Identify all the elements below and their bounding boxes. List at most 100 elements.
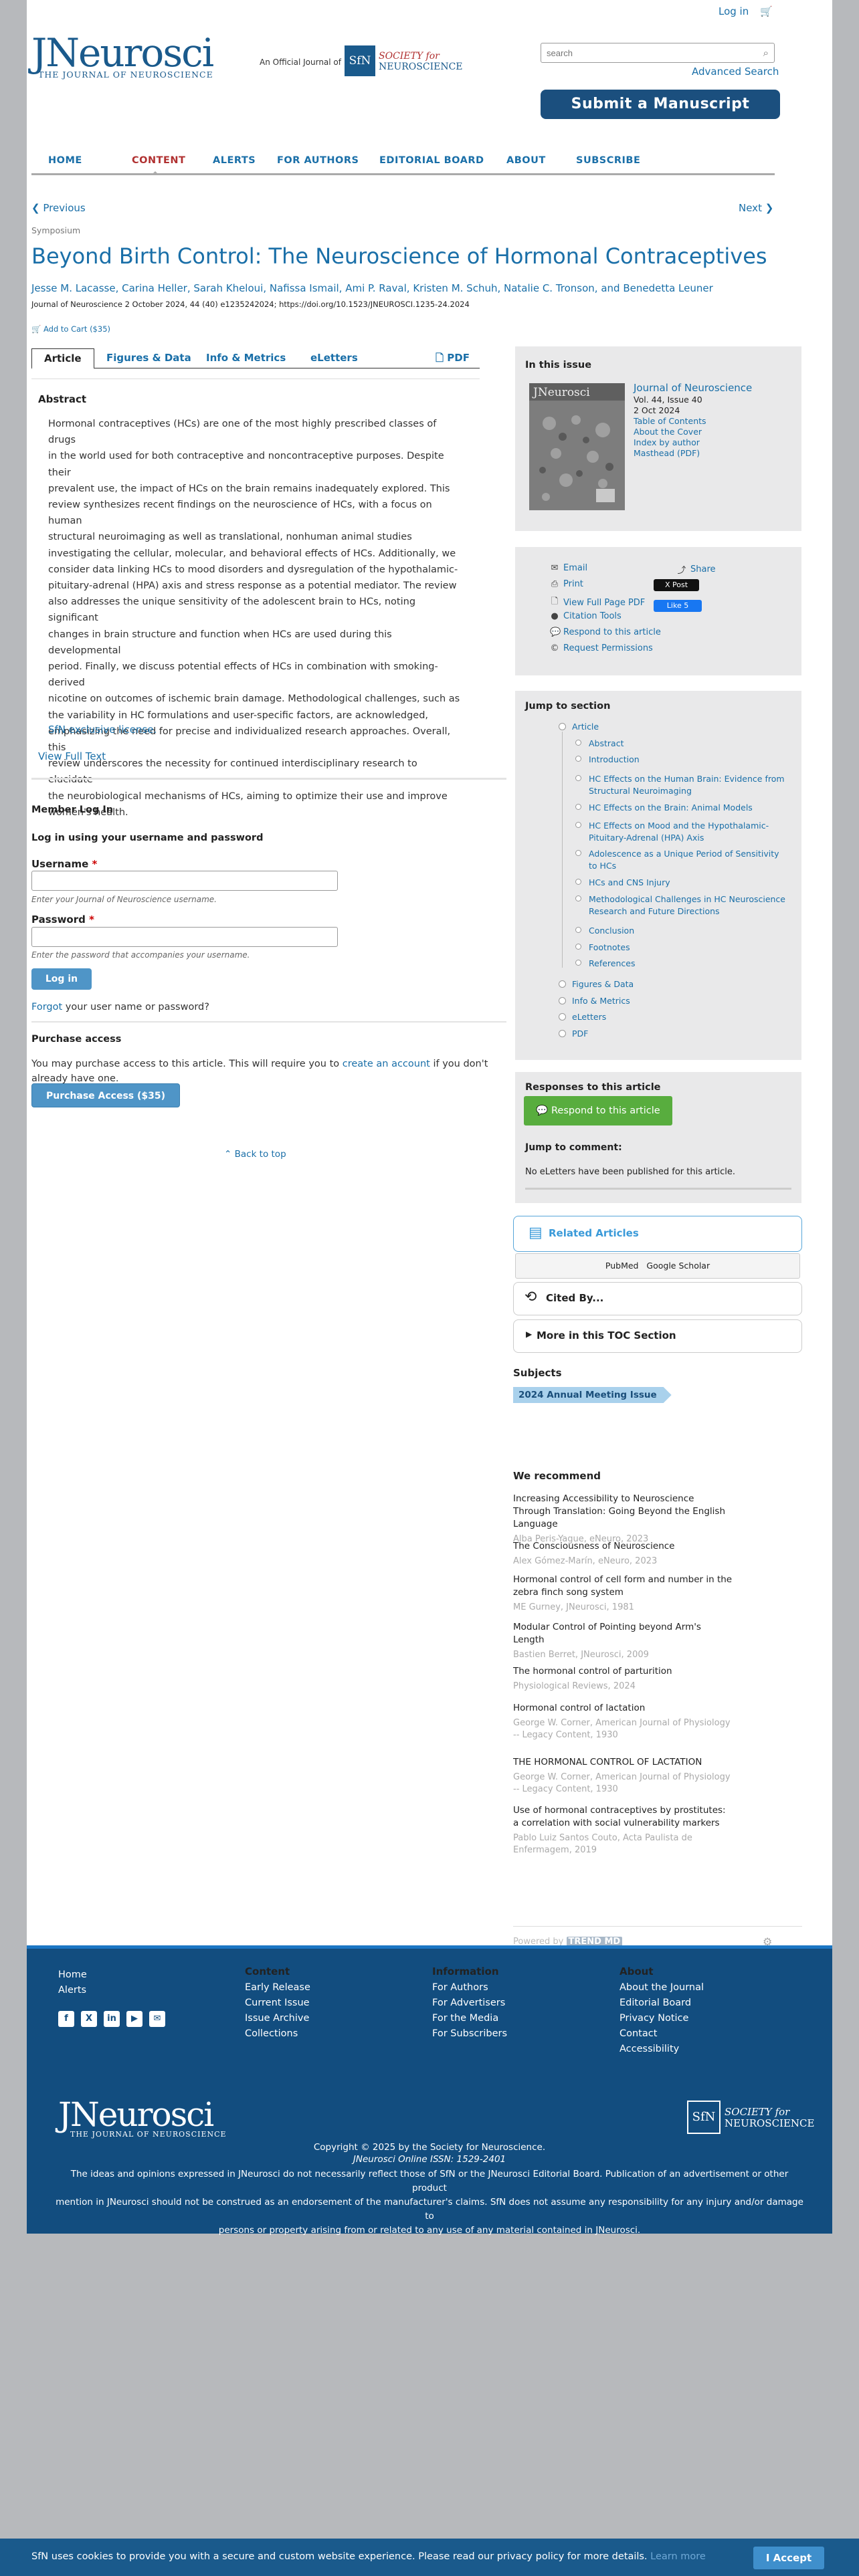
license-link[interactable]: SfN exclusive license. bbox=[48, 724, 157, 736]
next-link[interactable]: Next ❯ bbox=[739, 202, 773, 214]
jump-sub-1[interactable]: Introduction bbox=[589, 754, 789, 766]
search-icon[interactable]: ⌕ bbox=[763, 47, 769, 59]
permissions-tool[interactable]: © Request Permissions bbox=[550, 643, 653, 653]
recommend-item[interactable]: Increasing Accessibility to Neuroscience… bbox=[513, 1493, 734, 1545]
jump-article[interactable]: Article bbox=[572, 721, 789, 733]
jump-sub-7[interactable]: Methodological Challenges in HC Neurosci… bbox=[589, 893, 789, 918]
recommend-title[interactable]: THE HORMONAL CONTROL OF LACTATION bbox=[513, 1756, 734, 1769]
login-button[interactable]: Log in bbox=[31, 968, 92, 990]
add-to-cart-link[interactable]: 🛒 Add to Cart ($35) bbox=[31, 324, 110, 334]
full-pdf-tool[interactable]: 🗋 View Full Page PDF bbox=[550, 595, 646, 610]
nav-item-editorial-board[interactable]: EDITORIAL BOARD bbox=[379, 155, 484, 166]
learn-more-link[interactable]: Learn more bbox=[650, 2551, 706, 2562]
facebook-like-button[interactable]: Like 5 bbox=[654, 600, 702, 612]
accept-cookies-button[interactable]: I Accept bbox=[753, 2547, 824, 2569]
tab-pdf[interactable]: 🗋 PDF bbox=[436, 348, 470, 368]
jump-top-0[interactable]: Figures & Data bbox=[572, 978, 789, 990]
nav-item-subscribe[interactable]: SUBSCRIBE bbox=[576, 155, 640, 166]
email-tool[interactable]: ✉ Email bbox=[550, 563, 588, 573]
jump-sub-4[interactable]: HC Effects on Mood and the Hypothalamic-… bbox=[589, 820, 789, 844]
recommend-item[interactable]: The hormonal control of parturition Physi… bbox=[513, 1665, 734, 1693]
footer-about-link[interactable]: Accessibility bbox=[619, 2042, 704, 2057]
recommend-item[interactable]: Hormonal control of lactation George W. C… bbox=[513, 1702, 734, 1741]
password-field[interactable] bbox=[31, 927, 338, 947]
sfn-logo-text[interactable]: SOCIETY for NEUROSCIENCE bbox=[379, 51, 463, 72]
search-input[interactable] bbox=[541, 43, 742, 62]
submit-manuscript-button[interactable]: Submit a Manuscript bbox=[541, 90, 780, 119]
jump-top-1[interactable]: Info & Metrics bbox=[572, 995, 789, 1007]
forgot-link[interactable]: Forgot bbox=[31, 1002, 62, 1012]
recommend-title[interactable]: The Consciousness of Neuroscience bbox=[513, 1540, 734, 1553]
jump-sub-10[interactable]: References bbox=[589, 958, 789, 970]
purchase-access-button[interactable]: Purchase Access ($35) bbox=[31, 1083, 180, 1107]
jneurosci-logo[interactable]: JNeurosci THE JOURNAL OF NEUROSCIENCE bbox=[31, 33, 214, 80]
jump-top-3[interactable]: PDF bbox=[572, 1028, 789, 1040]
jump-sub-6[interactable]: HCs and CNS Injury bbox=[589, 877, 789, 889]
back-to-top-link[interactable]: ⌃ Back to top bbox=[224, 1149, 286, 1160]
footer-info-link[interactable]: For Subscribers bbox=[432, 2026, 507, 2042]
about-cover-link[interactable]: About the Cover bbox=[634, 427, 794, 437]
jump-top-2[interactable]: eLetters bbox=[572, 1011, 789, 1023]
footer-info-link[interactable]: For Advertisers bbox=[432, 1996, 507, 2011]
related-articles-accordion[interactable]: ▤ Related Articles bbox=[513, 1216, 802, 1252]
linkedin-icon[interactable]: in bbox=[104, 2011, 120, 2027]
footer-content-link[interactable]: Collections bbox=[245, 2026, 310, 2042]
respond-button[interactable]: 💬 Respond to this article bbox=[524, 1096, 672, 1125]
tab-eletters[interactable]: eLetters bbox=[310, 348, 358, 368]
author-list[interactable]: Jesse M. Lacasse, Carina Heller, Sarah K… bbox=[31, 282, 774, 294]
jump-sub-3[interactable]: HC Effects on the Brain: Animal Models bbox=[589, 802, 789, 814]
footer-sfn-badge[interactable]: SfN bbox=[687, 2101, 721, 2134]
nav-item-content[interactable]: CONTENT bbox=[132, 155, 185, 166]
print-tool[interactable]: ⎙ Print bbox=[550, 579, 583, 589]
footer-about-link[interactable]: Editorial Board bbox=[619, 1996, 704, 2011]
recommend-title[interactable]: Hormonal control of lactation bbox=[513, 1702, 734, 1715]
footer-about-link[interactable]: About the Journal bbox=[619, 1980, 704, 1996]
pubmed-link[interactable]: PubMed bbox=[605, 1261, 639, 1271]
recommend-title[interactable]: Increasing Accessibility to Neuroscience… bbox=[513, 1493, 734, 1531]
cited-by-accordion[interactable]: ⟲ Cited By... bbox=[513, 1282, 802, 1315]
issue-journal-link[interactable]: Journal of Neuroscience bbox=[634, 381, 794, 395]
username-field[interactable] bbox=[31, 871, 338, 891]
x-twitter-icon[interactable]: X bbox=[81, 2011, 97, 2027]
advanced-search-link[interactable]: Advanced Search bbox=[692, 66, 779, 78]
login-link[interactable]: Log in bbox=[719, 5, 749, 17]
cart-icon[interactable]: 🛒 bbox=[760, 5, 773, 17]
footer-info-link[interactable]: For the Media bbox=[432, 2011, 507, 2026]
jump-sub-9[interactable]: Footnotes bbox=[589, 942, 789, 954]
footer-info-link[interactable]: For Authors bbox=[432, 1980, 507, 1996]
footer-sfn-text[interactable]: SOCIETY for NEUROSCIENCE bbox=[725, 2107, 815, 2129]
recommend-item[interactable]: Use of hormonal contraceptives by prosti… bbox=[513, 1804, 734, 1856]
recommend-title[interactable]: Use of hormonal contraceptives by prosti… bbox=[513, 1804, 734, 1830]
sfn-logo-badge[interactable]: SfN bbox=[345, 45, 375, 76]
footer-content-link[interactable]: Issue Archive bbox=[245, 2011, 310, 2026]
recommend-title[interactable]: The hormonal control of parturition bbox=[513, 1665, 734, 1678]
jump-sub-2[interactable]: HC Effects on the Human Brain: Evidence … bbox=[589, 773, 789, 797]
respond-tool[interactable]: 💬 Respond to this article bbox=[550, 627, 661, 637]
recommend-item[interactable]: Modular Control of Pointing beyond Arm's… bbox=[513, 1621, 734, 1661]
index-author-link[interactable]: Index by author bbox=[634, 437, 794, 448]
x-post-button[interactable]: X Post bbox=[654, 579, 699, 591]
footer-about-link[interactable]: Privacy Notice bbox=[619, 2011, 704, 2026]
recommend-item[interactable]: Hormonal control of cell form and number… bbox=[513, 1574, 734, 1614]
nav-item-about[interactable]: ABOUT bbox=[506, 155, 546, 166]
previous-link[interactable]: ❮ Previous bbox=[31, 202, 86, 214]
footer-alerts-link[interactable]: Alerts bbox=[58, 1983, 87, 1998]
google-scholar-link[interactable]: Google Scholar bbox=[646, 1261, 710, 1271]
recommend-item[interactable]: THE HORMONAL CONTROL OF LACTATION George … bbox=[513, 1756, 734, 1796]
citation-tools[interactable]: ● Citation Tools bbox=[550, 611, 621, 621]
toc-link[interactable]: Table of Contents bbox=[634, 416, 794, 427]
tab-article[interactable]: Article bbox=[31, 348, 94, 369]
responses-scrollbar[interactable] bbox=[525, 1188, 791, 1190]
subject-tag[interactable]: 2024 Annual Meeting Issue bbox=[513, 1387, 672, 1403]
jump-sub-5[interactable]: Adolescence as a Unique Period of Sensit… bbox=[589, 848, 789, 872]
issue-cover-image[interactable]: JNeurosci bbox=[529, 383, 625, 510]
nav-item-alerts[interactable]: ALERTS bbox=[213, 155, 256, 166]
facebook-icon[interactable]: f bbox=[58, 2011, 74, 2027]
more-toc-accordion[interactable]: ▶ More in this TOC Section bbox=[513, 1319, 802, 1353]
footer-about-link[interactable]: Contact bbox=[619, 2026, 704, 2042]
footer-content-link[interactable]: Early Release bbox=[245, 1980, 310, 1996]
view-full-text-link[interactable]: View Full Text bbox=[38, 750, 106, 762]
newsletter-icon[interactable]: ✉ bbox=[149, 2011, 165, 2027]
tab-figures-data[interactable]: Figures & Data bbox=[106, 348, 191, 368]
jump-sub-8[interactable]: Conclusion bbox=[589, 925, 789, 937]
